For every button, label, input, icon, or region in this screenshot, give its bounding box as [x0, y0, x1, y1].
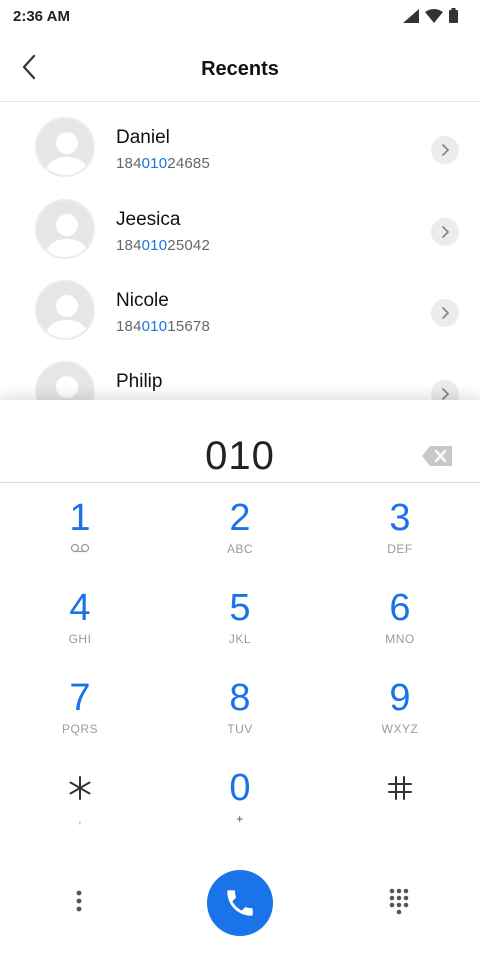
- contact-detail-button[interactable]: [431, 299, 459, 327]
- voicemail-icon: [20, 542, 140, 556]
- phone-icon: [227, 890, 253, 916]
- key-letters: TUV: [227, 722, 253, 736]
- wifi-icon: [425, 8, 443, 23]
- signal-icon: [403, 8, 419, 23]
- dial-key-9[interactable]: 9 WXYZ: [340, 678, 460, 762]
- person-icon: [45, 214, 89, 257]
- status-icons: [403, 8, 458, 23]
- avatar: [35, 117, 95, 177]
- dial-key-2[interactable]: 2 ABC: [180, 498, 300, 582]
- more-vert-icon: [76, 890, 82, 912]
- key-digit: 3: [389, 497, 411, 539]
- key-digit: 1: [69, 497, 91, 539]
- call-button[interactable]: [207, 870, 273, 936]
- chevron-right-icon: [442, 307, 449, 319]
- key-digit: 6: [389, 587, 411, 629]
- dial-key-6[interactable]: 6 MNO: [340, 588, 460, 672]
- status-time: 2:36 AM: [13, 8, 70, 25]
- dialpad-sheet: 010 1 2 ABC 3 DEF 4 GHI 5 JKL 6 MNO 7 PQ…: [0, 400, 480, 960]
- person-icon: [45, 132, 89, 175]
- digits-display: 010: [0, 400, 480, 483]
- dial-key-7[interactable]: 7 PQRS: [20, 678, 140, 762]
- backspace-button[interactable]: [420, 442, 454, 470]
- recents-list[interactable]: Daniel 18401024685 Jeesica 18401025042 N…: [0, 103, 480, 400]
- contact-name: Daniel: [116, 127, 170, 148]
- key-digit: 9: [389, 677, 411, 719]
- header: Recents: [0, 34, 480, 102]
- dial-key-0[interactable]: 0 +: [180, 768, 300, 852]
- dial-key-4[interactable]: 4 GHI: [20, 588, 140, 672]
- key-digit: 5: [229, 587, 251, 629]
- page-title: Recents: [201, 58, 279, 80]
- battery-icon: [449, 8, 458, 23]
- contact-row[interactable]: Philip 18401015680: [0, 353, 480, 400]
- more-options-button[interactable]: [64, 886, 94, 916]
- key-digit: 2: [229, 497, 251, 539]
- key-letters: +: [236, 812, 244, 826]
- key-letters: DEF: [387, 542, 413, 556]
- contact-number: 18401025042: [116, 237, 210, 254]
- dialpad-grid-icon: [389, 888, 409, 915]
- key-letters: PQRS: [61, 722, 98, 736]
- key-letters: GHI: [68, 632, 92, 646]
- contact-detail-button[interactable]: [431, 218, 459, 246]
- person-icon: [45, 295, 89, 338]
- key-letters: JKL: [228, 632, 252, 646]
- contact-detail-button[interactable]: [431, 380, 459, 400]
- dialpad-toggle-button[interactable]: [384, 886, 414, 916]
- person-icon: [56, 376, 78, 398]
- key-digit: 7: [69, 677, 91, 719]
- contact-number: 18401024685: [116, 155, 210, 172]
- backspace-icon: [422, 446, 452, 466]
- avatar: [35, 361, 95, 400]
- contact-number: 18401015678: [116, 318, 210, 335]
- contact-name: Nicole: [116, 290, 169, 311]
- key-letters: WXYZ: [381, 722, 419, 736]
- chevron-right-icon: [442, 226, 449, 238]
- dial-key-hash[interactable]: [340, 768, 460, 852]
- key-letters: ABC: [226, 542, 254, 556]
- hash-icon: [340, 768, 460, 808]
- contact-name: Jeesica: [116, 209, 181, 230]
- status-bar: 2:36 AM: [0, 0, 480, 34]
- chevron-right-icon: [442, 144, 449, 156]
- key-digit: 4: [69, 587, 91, 629]
- star-icon: [20, 768, 140, 808]
- contact-name: Philip: [116, 371, 163, 392]
- key-digit: 0: [229, 767, 251, 809]
- key-letters: MNO: [385, 632, 415, 646]
- dial-key-1[interactable]: 1: [20, 498, 140, 582]
- dial-key-5[interactable]: 5 JKL: [180, 588, 300, 672]
- entered-digits[interactable]: 010: [0, 434, 480, 479]
- key-letters: ,: [78, 812, 82, 826]
- contact-row[interactable]: Jeesica 18401025042: [0, 191, 480, 272]
- dialpad-actions: [0, 868, 480, 938]
- chevron-right-icon: [442, 388, 449, 400]
- avatar: [35, 199, 95, 259]
- contact-row[interactable]: Nicole 18401015678: [0, 272, 480, 353]
- key-digit: 8: [229, 677, 251, 719]
- contact-row[interactable]: Daniel 18401024685: [0, 109, 480, 190]
- dial-key-8[interactable]: 8 TUV: [180, 678, 300, 762]
- dial-key-3[interactable]: 3 DEF: [340, 498, 460, 582]
- avatar: [35, 280, 95, 340]
- contact-detail-button[interactable]: [431, 136, 459, 164]
- dial-key-star[interactable]: ,: [20, 768, 140, 852]
